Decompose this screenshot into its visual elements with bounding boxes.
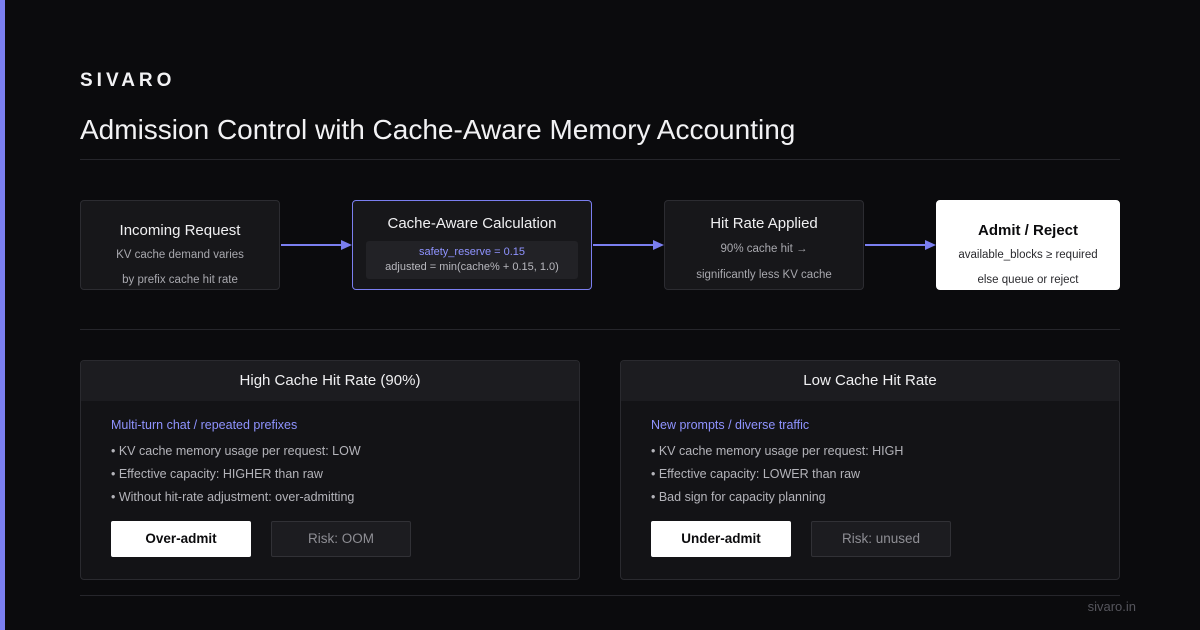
low-cache-hit-panel: Low Cache Hit Rate New prompts / diverse… xyxy=(620,360,1120,580)
low-cache-hit-subtitle: New prompts / diverse traffic xyxy=(651,418,810,432)
risk-oom-badge: Risk: OOM xyxy=(271,521,411,557)
arrow-3 xyxy=(865,240,936,250)
bullet-item: • Bad sign for capacity planning xyxy=(651,490,826,504)
bullet-item: • Effective capacity: LOWER than raw xyxy=(651,467,861,481)
arrow-2 xyxy=(593,240,664,250)
bullet-item: • KV cache memory usage per request: HIG… xyxy=(651,444,904,458)
arrow-1 xyxy=(281,240,352,250)
under-admit-badge: Under-admit xyxy=(651,521,791,557)
footer-url[interactable]: sivaro.in xyxy=(1088,599,1136,614)
bullet-item: • Effective capacity: HIGHER than raw xyxy=(111,467,323,481)
risk-unused-badge: Risk: unused xyxy=(811,521,951,557)
bullet-item: • Without hit-rate adjustment: over-admi… xyxy=(111,490,355,504)
low-cache-hit-title: Low Cache Hit Rate xyxy=(621,361,1119,401)
high-cache-hit-title: High Cache Hit Rate (90%) xyxy=(81,361,579,401)
high-cache-hit-subtitle: Multi-turn chat / repeated prefixes xyxy=(111,418,298,432)
bullet-item: • KV cache memory usage per request: LOW xyxy=(111,444,361,458)
divider xyxy=(80,329,1120,330)
over-admit-badge: Over-admit xyxy=(111,521,251,557)
divider xyxy=(80,595,1120,596)
high-cache-hit-panel: High Cache Hit Rate (90%) Multi-turn cha… xyxy=(80,360,580,580)
